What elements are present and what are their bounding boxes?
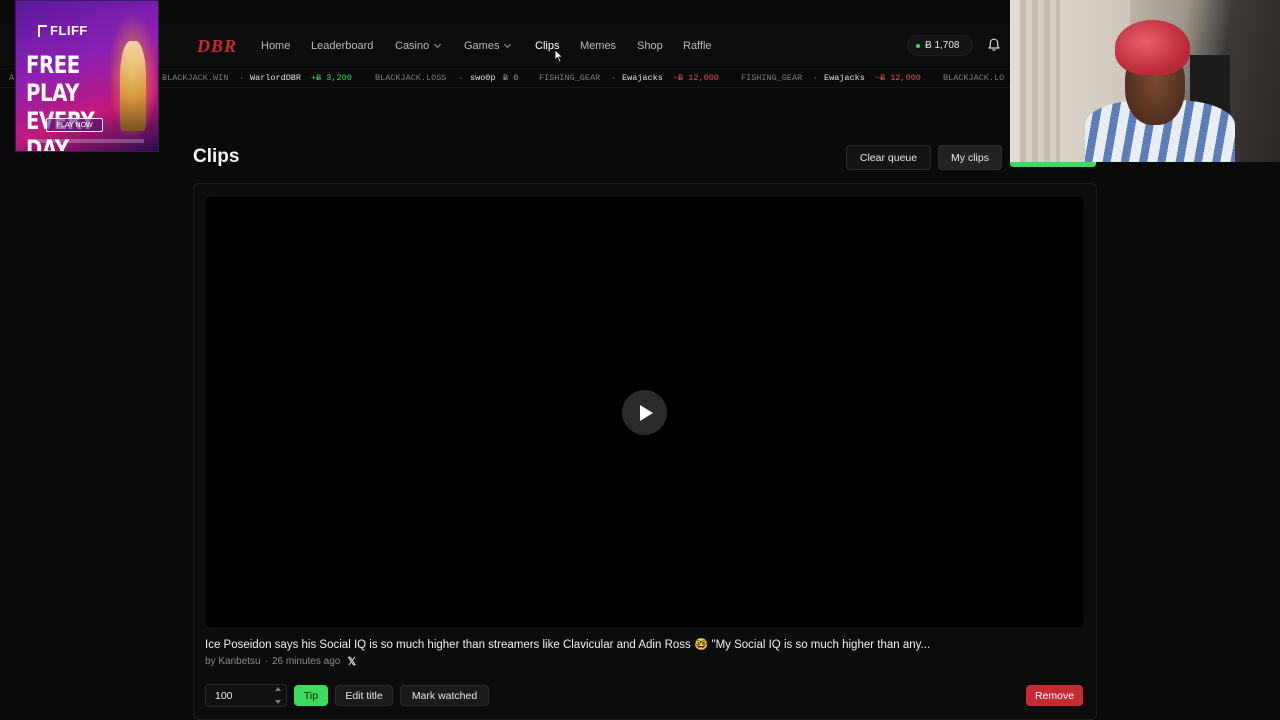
nav-games[interactable]: Games xyxy=(464,40,512,52)
nav-memes[interactable]: Memes xyxy=(580,40,616,52)
stepper-down-icon[interactable] xyxy=(275,700,281,704)
balance-amount: Ƀ 1,708 xyxy=(925,40,960,51)
ticker-user: Ewajacks xyxy=(824,73,865,83)
ad-headline: FREE PLAY EVERY DAY xyxy=(26,51,95,152)
meta-separator: · xyxy=(264,656,268,667)
tip-amount-stepper[interactable] xyxy=(273,687,283,704)
ticker-user: swo0p xyxy=(470,73,496,83)
nav-games-label: Games xyxy=(464,40,500,52)
brand-logo-icon xyxy=(38,25,47,37)
nav-raffle[interactable]: Raffle xyxy=(683,40,712,52)
webcam-person-hair xyxy=(1115,20,1190,75)
tip-amount-input[interactable] xyxy=(206,685,270,706)
ticker-user: Ewajacks xyxy=(622,73,663,83)
ticker-amount: Ƀ 0 xyxy=(503,73,519,83)
balance-badge[interactable]: Ƀ 1,708 xyxy=(907,35,973,56)
ticker-amount: −Ƀ 12,000 xyxy=(673,73,719,83)
ad-fine-print xyxy=(34,139,144,143)
nav-leaderboard[interactable]: Leaderboard xyxy=(311,40,373,52)
ticker-event: BLACKJACK.LOSS xyxy=(375,73,447,83)
ad-play-now-button[interactable]: PLAY NOW xyxy=(46,118,103,132)
my-clips-button[interactable]: My clips xyxy=(938,145,1002,170)
nav-casino[interactable]: Casino xyxy=(395,40,442,52)
ticker-user: WarlordDBR xyxy=(250,73,302,83)
clip-author: by Kanbetsu xyxy=(205,656,261,667)
remove-button[interactable]: Remove xyxy=(1026,685,1083,706)
clip-time: 26 minutes ago xyxy=(271,656,341,667)
edit-title-button[interactable]: Edit title xyxy=(335,685,393,706)
nav-home[interactable]: Home xyxy=(261,40,290,52)
ticker-separator: · xyxy=(239,73,245,83)
page-title: Clips xyxy=(193,146,240,167)
nav-shop[interactable]: Shop xyxy=(637,40,663,52)
ad-banner[interactable]: FLIFF FREE PLAY EVERY DAY PLAY NOW xyxy=(15,0,159,152)
bell-icon[interactable] xyxy=(986,37,1002,53)
online-status-dot xyxy=(916,43,920,48)
chevron-down-icon xyxy=(434,40,442,49)
webcam-curtain xyxy=(1020,0,1060,162)
ticker-separator: · xyxy=(813,73,819,83)
nav-casino-label: Casino xyxy=(395,40,430,52)
site-logo[interactable]: DBR xyxy=(197,36,237,57)
play-button[interactable] xyxy=(622,390,667,435)
ticker-event: BLACKJACK.WIN xyxy=(162,73,229,83)
chevron-down-icon xyxy=(504,40,512,49)
ticker-separator: · xyxy=(458,73,464,83)
mouse-cursor-icon xyxy=(554,49,564,63)
ticker-amount: +Ƀ 3,200 xyxy=(311,73,352,83)
ad-brand: FLIFF xyxy=(50,23,88,38)
tip-amount-field xyxy=(205,684,287,707)
mark-watched-button[interactable]: Mark watched xyxy=(400,685,489,706)
ticker-event: FISHING_GEAR xyxy=(741,73,803,83)
x-logo-icon[interactable]: 𝕏 xyxy=(347,655,356,668)
clip-meta: by Kanbetsu · 26 minutes ago 𝕏 xyxy=(205,655,356,668)
play-icon xyxy=(640,404,653,421)
app-window: DBR Home Leaderboard Casino Games Clips … xyxy=(0,0,1280,720)
ticker-amount: −Ƀ 12,000 xyxy=(875,73,921,83)
ticker-separator: · xyxy=(611,73,617,83)
clip-title: Ice Poseidon says his Social IQ is so mu… xyxy=(205,639,931,651)
ticker-lead: A xyxy=(9,73,15,83)
ticker-event: BLACKJACK.LO xyxy=(943,73,1005,83)
tip-button[interactable]: Tip xyxy=(294,685,328,706)
stepper-up-icon[interactable] xyxy=(275,687,281,691)
ticker-event: FISHING_GEAR xyxy=(539,73,601,83)
trophy-icon xyxy=(120,41,146,131)
clear-queue-button[interactable]: Clear queue xyxy=(846,145,931,170)
